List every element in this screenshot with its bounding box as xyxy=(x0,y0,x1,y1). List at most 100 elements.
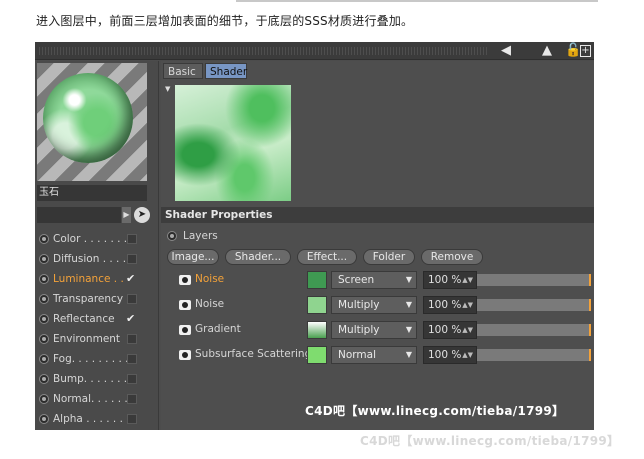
material-name-field[interactable]: 玉石 xyxy=(37,185,147,201)
blend-mode-value: Multiply xyxy=(338,324,380,336)
blend-mode-select[interactable]: Normal ▼ xyxy=(331,346,417,364)
eye-icon[interactable] xyxy=(179,300,191,310)
channel-item-reflectance[interactable]: Reflectance ✔ xyxy=(37,309,157,329)
dropdown-arrow-icon: ▼ xyxy=(405,325,412,334)
channel-item-bump[interactable]: Bump. . . . . . . . xyxy=(37,369,157,389)
channel-checkbox[interactable] xyxy=(127,394,137,404)
dropdown-arrow-icon: ▼ xyxy=(405,300,412,309)
layer-name: Noise xyxy=(195,298,225,310)
channel-checkbox[interactable] xyxy=(127,254,137,264)
opacity-value: 100 % xyxy=(428,324,462,336)
folder-button[interactable]: Folder xyxy=(363,249,415,265)
opacity-slider[interactable] xyxy=(477,274,591,286)
channel-label: Diffusion . . . . xyxy=(53,253,127,265)
channel-item-luminance[interactable]: Luminance . . ✔ xyxy=(37,269,157,289)
channel-item-normal[interactable]: Normal. . . . . . xyxy=(37,389,157,409)
spinner-icon[interactable]: ▲▼ xyxy=(462,297,473,313)
remove-button[interactable]: Remove xyxy=(421,249,483,265)
channel-radio-icon[interactable] xyxy=(39,394,49,404)
blend-mode-select[interactable]: Screen ▼ xyxy=(331,271,417,289)
opacity-value: 100 % xyxy=(428,299,462,311)
article-caption: 进入图层中，前面三层增加表面的细节，于底层的SSS材质进行叠加。 xyxy=(36,14,414,28)
opacity-field[interactable]: 100 % ▲▼ xyxy=(423,346,477,364)
channel-checkbox[interactable] xyxy=(127,294,137,304)
channel-label: Transparency xyxy=(53,293,124,305)
channel-radio-icon[interactable] xyxy=(39,374,49,384)
channel-item-alpha[interactable]: Alpha . . . . . . . xyxy=(37,409,157,429)
layer-thumbnail[interactable] xyxy=(307,321,327,339)
spinner-icon[interactable]: ▲▼ xyxy=(462,322,473,338)
chevron-right-icon[interactable]: ▶ xyxy=(122,207,131,223)
blend-mode-value: Normal xyxy=(338,349,376,361)
layer-thumbnail[interactable] xyxy=(307,296,327,314)
blend-mode-select[interactable]: Multiply ▼ xyxy=(331,296,417,314)
channel-label: Alpha . . . . . . . xyxy=(53,413,130,425)
channel-item-fog[interactable]: Fog. . . . . . . . . xyxy=(37,349,157,369)
eye-icon[interactable] xyxy=(179,350,191,360)
channel-radio-icon[interactable] xyxy=(39,294,49,304)
channel-radio-icon[interactable] xyxy=(39,274,49,284)
channel-item-diffusion[interactable]: Diffusion . . . . xyxy=(37,249,157,269)
image-button[interactable]: Image... xyxy=(167,249,219,265)
layer-row[interactable]: Noise Screen ▼ 100 % ▲▼ xyxy=(161,270,594,292)
material-channel-panel: 玉石 ▶ ➤ Color . . . . . . . Diffusion . .… xyxy=(35,61,159,430)
channel-label: Bump. . . . . . . . xyxy=(53,373,134,385)
channel-item-color[interactable]: Color . . . . . . . xyxy=(37,229,157,249)
opacity-field[interactable]: 100 % ▲▼ xyxy=(423,321,477,339)
tab-shader[interactable]: Shader xyxy=(205,63,247,79)
layer-thumbnail[interactable] xyxy=(307,271,327,289)
arrow-left-icon[interactable]: ◀ xyxy=(501,43,511,59)
opacity-field[interactable]: 100 % ▲▼ xyxy=(423,271,477,289)
expand-icon[interactable]: + xyxy=(580,45,591,57)
check-icon[interactable]: ✔ xyxy=(126,309,135,329)
opacity-field[interactable]: 100 % ▲▼ xyxy=(423,296,477,314)
dropdown-arrow-icon: ▼ xyxy=(405,275,412,284)
drag-grip[interactable] xyxy=(39,47,489,55)
material-preview[interactable] xyxy=(37,63,147,181)
opacity-slider[interactable] xyxy=(477,349,591,361)
channel-checkbox[interactable] xyxy=(127,414,137,424)
shader-button[interactable]: Shader... xyxy=(225,249,291,265)
layer-row[interactable]: Gradient Multiply ▼ 100 % ▲▼ xyxy=(161,320,594,342)
effect-button[interactable]: Effect... xyxy=(297,249,357,265)
opacity-slider[interactable] xyxy=(477,324,591,336)
top-divider xyxy=(236,0,598,2)
opacity-slider[interactable] xyxy=(477,299,591,311)
channel-list: Color . . . . . . . Diffusion . . . . Lu… xyxy=(37,229,157,429)
blend-mode-select[interactable]: Multiply ▼ xyxy=(331,321,417,339)
channel-radio-icon[interactable] xyxy=(39,314,49,324)
channel-checkbox[interactable] xyxy=(127,374,137,384)
pointer-up-icon[interactable]: ▲ xyxy=(542,43,552,59)
channel-radio-icon[interactable] xyxy=(39,234,49,244)
layer-thumbnail[interactable] xyxy=(307,346,327,364)
footer-watermark: C4D吧【www.linecg.com/tieba/1799】 xyxy=(360,434,620,448)
channel-radio-icon[interactable] xyxy=(39,334,49,344)
channel-checkbox[interactable] xyxy=(127,354,137,364)
channel-label: Reflectance xyxy=(53,313,115,325)
layers-radio-icon[interactable] xyxy=(167,231,177,241)
tab-basic[interactable]: Basic xyxy=(163,63,203,79)
pick-cursor-icon[interactable]: ➤ xyxy=(134,207,150,223)
spinner-icon[interactable]: ▲▼ xyxy=(462,272,473,288)
check-icon[interactable]: ✔ xyxy=(126,269,135,289)
material-search-field[interactable] xyxy=(37,207,121,223)
channel-checkbox[interactable] xyxy=(127,234,137,244)
channel-item-transparency[interactable]: Transparency xyxy=(37,289,157,309)
channel-label: Normal. . . . . . xyxy=(53,393,128,405)
shader-texture-preview xyxy=(175,85,291,201)
layer-row[interactable]: Noise Multiply ▼ 100 % ▲▼ xyxy=(161,295,594,317)
collapse-triangle-icon[interactable]: ▼ xyxy=(165,85,170,93)
channel-item-environment[interactable]: Environment xyxy=(37,329,157,349)
channel-radio-icon[interactable] xyxy=(39,354,49,364)
channel-radio-icon[interactable] xyxy=(39,254,49,264)
eye-icon[interactable] xyxy=(179,275,191,285)
channel-radio-icon[interactable] xyxy=(39,414,49,424)
in-image-watermark: C4D吧【www.linecg.com/tieba/1799】 xyxy=(305,404,565,418)
layer-row[interactable]: Subsurface Scattering Normal ▼ 100 % ▲▼ xyxy=(161,345,594,367)
channel-checkbox[interactable] xyxy=(127,334,137,344)
eye-icon[interactable] xyxy=(179,325,191,335)
spinner-icon[interactable]: ▲▼ xyxy=(462,347,473,363)
shader-panel: Basic Shader ▼ Shader Properties Layers … xyxy=(161,61,594,430)
lock-icon[interactable]: 🔓 xyxy=(565,43,581,59)
title-bar: ◀ ▲ 🔓 + xyxy=(35,42,594,60)
